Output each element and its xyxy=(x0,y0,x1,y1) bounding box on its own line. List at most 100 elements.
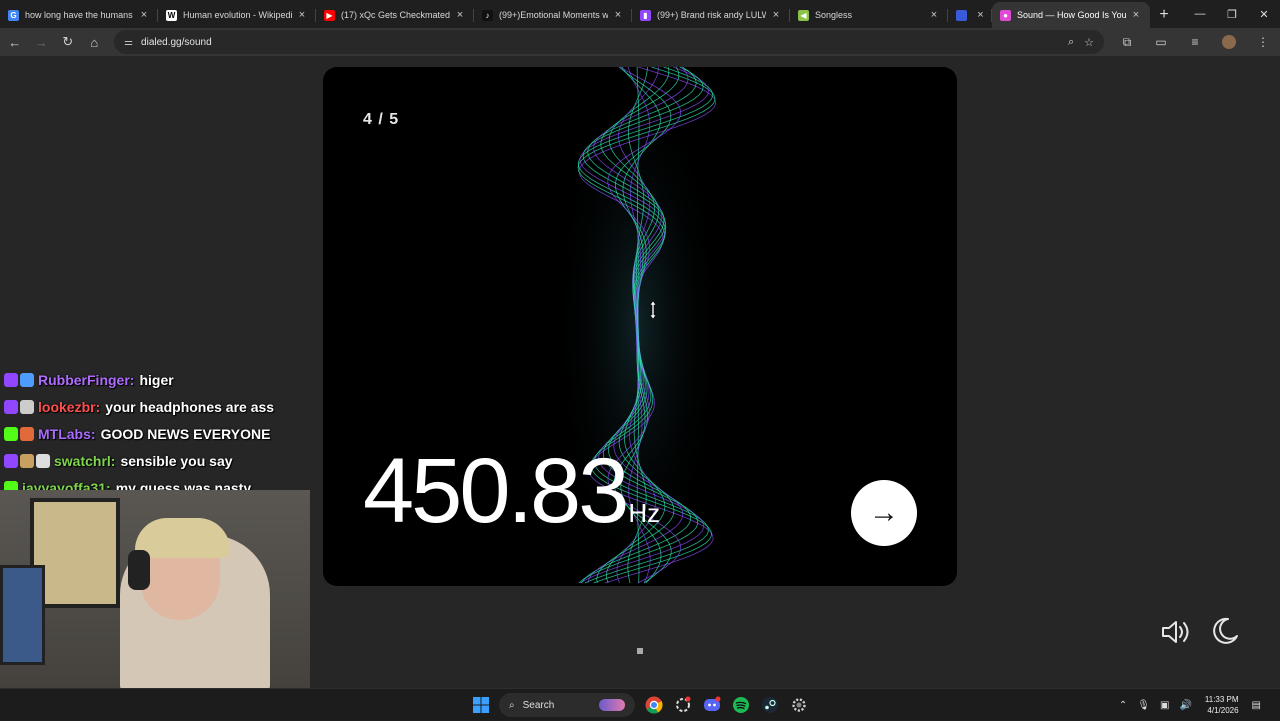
app-gear-red-icon[interactable] xyxy=(670,692,696,718)
browser-tab[interactable]: × xyxy=(948,2,992,28)
game-card[interactable]: 4 / 5 450.83 Hz → xyxy=(323,67,957,586)
close-tab-icon[interactable]: × xyxy=(770,9,782,21)
browser-tab[interactable]: W Human evolution - Wikipedia × xyxy=(158,2,316,28)
tab-title: how long have the humans be xyxy=(25,10,134,20)
streamer-webcam xyxy=(0,490,310,688)
discord-icon[interactable] xyxy=(699,692,725,718)
dialed-icon: ● xyxy=(1000,9,1011,21)
tab-title: (99+) Brand risk andy LULW - T xyxy=(657,10,766,20)
minimize-button[interactable]: — xyxy=(1184,0,1216,28)
taskbar-search[interactable]: ⌕ Search xyxy=(499,693,635,717)
browser-tab[interactable]: ♪ (99+)Emotional Moments with × xyxy=(474,2,632,28)
next-button[interactable]: → xyxy=(851,480,917,546)
zoom-icon[interactable]: ⌕ xyxy=(1068,36,1074,49)
system-clock[interactable]: 11:33 PM 4/1/2026 xyxy=(1205,694,1239,716)
browser-tab[interactable]: ◀ Songless × xyxy=(790,2,948,28)
chat-badge-icon xyxy=(4,399,18,414)
chat-message: lookezbr: your headphones are ass xyxy=(4,393,324,420)
close-tab-icon[interactable]: × xyxy=(296,9,308,21)
dark-mode-moon-icon[interactable] xyxy=(1210,616,1240,646)
url-text: dialed.gg/sound xyxy=(141,36,212,48)
close-tab-icon[interactable]: × xyxy=(1130,9,1142,21)
wall-poster-left xyxy=(0,565,45,665)
close-tab-icon[interactable]: × xyxy=(977,9,984,21)
tab-strip: Ghow long have the humans be × W Human evol… xyxy=(0,0,1280,28)
network-icon[interactable]: ▣ xyxy=(1160,700,1169,711)
microphone-icon[interactable]: 🎙 xyxy=(1137,700,1150,711)
chat-badge-icon xyxy=(4,426,18,441)
tab-title: Sound — How Good Is You xyxy=(1017,10,1126,20)
cast-icon[interactable]: ▭ xyxy=(1144,30,1178,54)
chat-text: higer xyxy=(139,371,174,388)
chat-username: lookezbr: xyxy=(38,398,101,415)
tab-title: Human evolution - Wikipedia xyxy=(183,10,292,20)
chat-text: your headphones are ass xyxy=(105,398,275,415)
back-button[interactable]: ← xyxy=(3,30,27,54)
frequency-unit: Hz xyxy=(628,498,661,528)
streamer-hair xyxy=(135,518,230,558)
extensions-icon[interactable]: ⧉ xyxy=(1110,30,1144,54)
speaker-icon[interactable]: 🔊 xyxy=(1179,700,1191,711)
browser-tab[interactable]: Ghow long have the humans be × xyxy=(0,2,158,28)
tiktok-icon: ♪ xyxy=(482,9,493,21)
browser-tab[interactable]: ▮ (99+) Brand risk andy LULW - T × xyxy=(632,2,790,28)
search-highlight-icon xyxy=(599,699,625,711)
chrome-icon[interactable] xyxy=(641,692,667,718)
settings-gear-icon[interactable] xyxy=(786,692,812,718)
search-icon: ⌕ xyxy=(509,699,515,711)
browser-tab[interactable]: ● Sound — How Good Is You × xyxy=(992,2,1150,28)
spotify-icon[interactable] xyxy=(728,692,754,718)
tab-title: (17) xQc Gets Checkmated by xyxy=(341,10,450,20)
profile-avatar[interactable] xyxy=(1222,35,1236,49)
blue-tab-icon xyxy=(956,9,967,21)
close-tab-icon[interactable]: × xyxy=(454,9,466,21)
chat-badge-icon xyxy=(36,453,50,468)
chat-username: RubberFinger: xyxy=(38,371,135,388)
arrow-right-icon: → xyxy=(869,496,899,529)
address-bar[interactable]: ⚌ dialed.gg/sound ⌕ ☆ xyxy=(114,30,1104,54)
chat-username: MTLabs: xyxy=(38,425,96,442)
chat-message: MTLabs: GOOD NEWS EVERYONE xyxy=(4,420,324,447)
browser-tab[interactable]: ▶ (17) xQc Gets Checkmated by × xyxy=(316,2,474,28)
youtube-icon: ▶ xyxy=(324,9,335,21)
tray-overflow-icon[interactable]: ⌃ xyxy=(1119,700,1127,711)
tab-title: (99+)Emotional Moments with xyxy=(499,10,608,20)
frequency-readout: 450.83 Hz xyxy=(363,445,660,537)
chat-badge-icon xyxy=(20,372,34,387)
close-tab-icon[interactable]: × xyxy=(138,9,150,21)
steam-icon[interactable] xyxy=(757,692,783,718)
menu-icon[interactable]: ⋮ xyxy=(1246,30,1280,54)
site-info-icon[interactable]: ⚌ xyxy=(124,37,133,48)
chat-message: swatchrl: sensible you say xyxy=(4,447,324,474)
close-tab-icon[interactable]: × xyxy=(612,9,624,21)
google-icon: G xyxy=(8,9,19,21)
start-windows-icon[interactable] xyxy=(468,692,494,718)
bookmark-star-icon[interactable]: ☆ xyxy=(1084,36,1094,49)
reload-button[interactable]: ↻ xyxy=(56,30,80,54)
new-tab-button[interactable]: + xyxy=(1150,2,1178,28)
volume-icon[interactable] xyxy=(1160,618,1192,646)
wikipedia-icon: W xyxy=(166,9,177,21)
system-tray: ⌃ 🎙 ▣ 🔊 11:33 PM 4/1/2026 ▤ xyxy=(1114,689,1266,721)
stream-chat-overlay: RubberFinger: higer lookezbr: your headphon… xyxy=(4,366,324,501)
chat-message: RubberFinger: higer xyxy=(4,366,324,393)
chat-badge-icon xyxy=(20,399,34,414)
tab-title: Songless xyxy=(815,10,853,20)
pointer-speck xyxy=(637,648,643,654)
resize-cursor-icon xyxy=(649,301,657,319)
close-tab-icon[interactable]: × xyxy=(928,9,940,21)
close-window-button[interactable]: ✕ xyxy=(1248,0,1280,28)
media-controls-icon[interactable]: ≡ xyxy=(1178,30,1212,54)
clock-time: 11:33 PM xyxy=(1204,695,1239,704)
chat-badge-icon xyxy=(20,426,34,441)
window-controls: — ❐ ✕ xyxy=(1184,0,1280,28)
forward-button[interactable]: → xyxy=(30,30,54,54)
restore-button[interactable]: ❐ xyxy=(1216,0,1248,28)
home-button[interactable]: ⌂ xyxy=(83,30,107,54)
songless-icon: ◀ xyxy=(798,9,809,21)
frequency-value: 450.83 xyxy=(363,440,629,542)
search-label: Search xyxy=(522,699,555,711)
headphones xyxy=(128,550,150,590)
round-counter: 4 / 5 xyxy=(363,111,400,128)
notification-icon[interactable]: ▤ xyxy=(1252,700,1261,711)
